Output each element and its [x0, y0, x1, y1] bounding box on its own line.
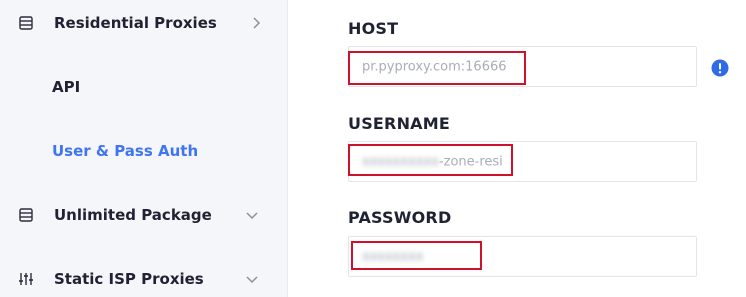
sidebar-subitem-api[interactable]: API	[52, 78, 80, 96]
username-suffix: -zone-resi	[438, 154, 503, 169]
host-value: pr.pyproxy.com:16666	[362, 59, 507, 74]
chevron-down-icon[interactable]	[245, 208, 259, 222]
username-field[interactable]: xxxxxxxxxx-zone-resi	[348, 141, 697, 182]
list-icon	[19, 208, 33, 222]
host-label: HOST	[348, 19, 399, 38]
sidebar-item-static-isp-proxies[interactable]: Static ISP Proxies	[0, 259, 288, 297]
redacted-text: xxxxxxxxxx	[362, 154, 439, 169]
credentials-panel: HOST pr.pyproxy.com:16666 USERNAME xxxxx…	[289, 0, 746, 297]
sidebar-item-unlimited-package[interactable]: Unlimited Package	[0, 195, 288, 235]
password-field[interactable]: xxxxxxxx	[348, 236, 697, 277]
sidebar-item-label: Static ISP Proxies	[54, 270, 204, 288]
chevron-right-icon[interactable]	[249, 16, 263, 30]
list-icon	[19, 16, 33, 30]
info-icon[interactable]	[711, 59, 729, 77]
sidebar-subitem-user-pass-auth[interactable]: User & Pass Auth	[52, 142, 198, 160]
username-value: xxxxxxxxxx-zone-resi	[362, 154, 503, 169]
redacted-password: xxxxxxxx	[362, 249, 424, 264]
sidebar-item-residential-proxies[interactable]: Residential Proxies	[0, 3, 288, 43]
sliders-icon	[19, 273, 33, 285]
sidebar-item-label: Residential Proxies	[54, 14, 217, 32]
chevron-down-icon[interactable]	[245, 272, 259, 286]
sidebar-item-label: Unlimited Package	[54, 206, 212, 224]
host-field[interactable]: pr.pyproxy.com:16666	[348, 46, 697, 87]
username-label: USERNAME	[348, 114, 450, 133]
sidebar: Residential Proxies API User & Pass Auth…	[0, 0, 288, 297]
password-label: PASSWORD	[348, 208, 452, 227]
